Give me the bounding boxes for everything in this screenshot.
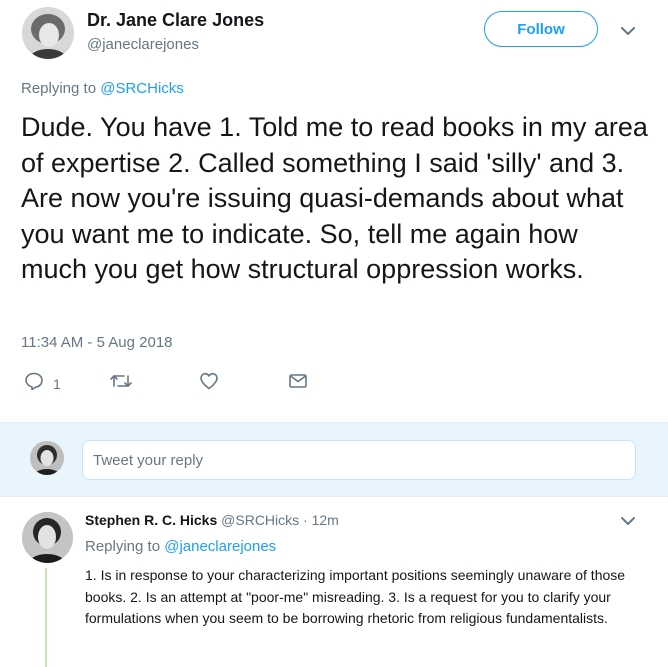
reply-composer: Tweet your reply — [0, 422, 668, 497]
envelope-icon — [288, 371, 308, 396]
author-handle[interactable]: @janeclarejones — [87, 36, 199, 53]
reply-replying-to: Replying to @janeclarejones — [85, 538, 276, 555]
reply-chevron-down-icon[interactable] — [620, 513, 636, 529]
dm-action[interactable] — [288, 371, 308, 396]
reply-time[interactable]: 12m — [312, 512, 339, 528]
replying-to-link[interactable]: @SRCHicks — [100, 80, 184, 97]
retweet-action[interactable] — [109, 371, 133, 396]
reply-replying-to-link[interactable]: @janeclarejones — [164, 538, 276, 555]
reply-count: 1 — [53, 375, 61, 392]
reply-author-handle[interactable]: @SRCHicks — [221, 512, 299, 528]
tweet-text: Dude. You have 1. Told me to read books … — [21, 112, 648, 284]
follow-button[interactable]: Follow — [484, 11, 598, 47]
reply-header: Stephen R. C. Hicks @SRCHicks · 12m — [85, 512, 339, 528]
author-avatar[interactable] — [22, 7, 74, 59]
reply-separator: · — [303, 512, 308, 528]
heart-icon — [199, 371, 219, 396]
reply-input[interactable]: Tweet your reply — [82, 440, 636, 480]
current-user-avatar — [30, 441, 64, 475]
thread-line — [45, 568, 47, 667]
like-action[interactable] — [199, 371, 219, 396]
tweet-timestamp[interactable]: 11:34 AM - 5 Aug 2018 — [21, 334, 173, 351]
replying-to: Replying to @SRCHicks — [21, 80, 184, 97]
replying-to-label: Replying to — [21, 80, 97, 97]
retweet-icon — [109, 371, 133, 396]
reply-text: 1. Is in response to your characterizing… — [85, 567, 626, 626]
reply-replying-to-label: Replying to — [85, 538, 161, 555]
reply-author-name[interactable]: Stephen R. C. Hicks — [85, 512, 217, 528]
reply-action[interactable]: 1 — [24, 371, 61, 396]
reply-author-avatar[interactable] — [22, 512, 73, 563]
author-name[interactable]: Dr. Jane Clare Jones — [87, 10, 264, 31]
reply-icon — [24, 371, 44, 396]
chevron-down-icon[interactable] — [620, 23, 636, 39]
